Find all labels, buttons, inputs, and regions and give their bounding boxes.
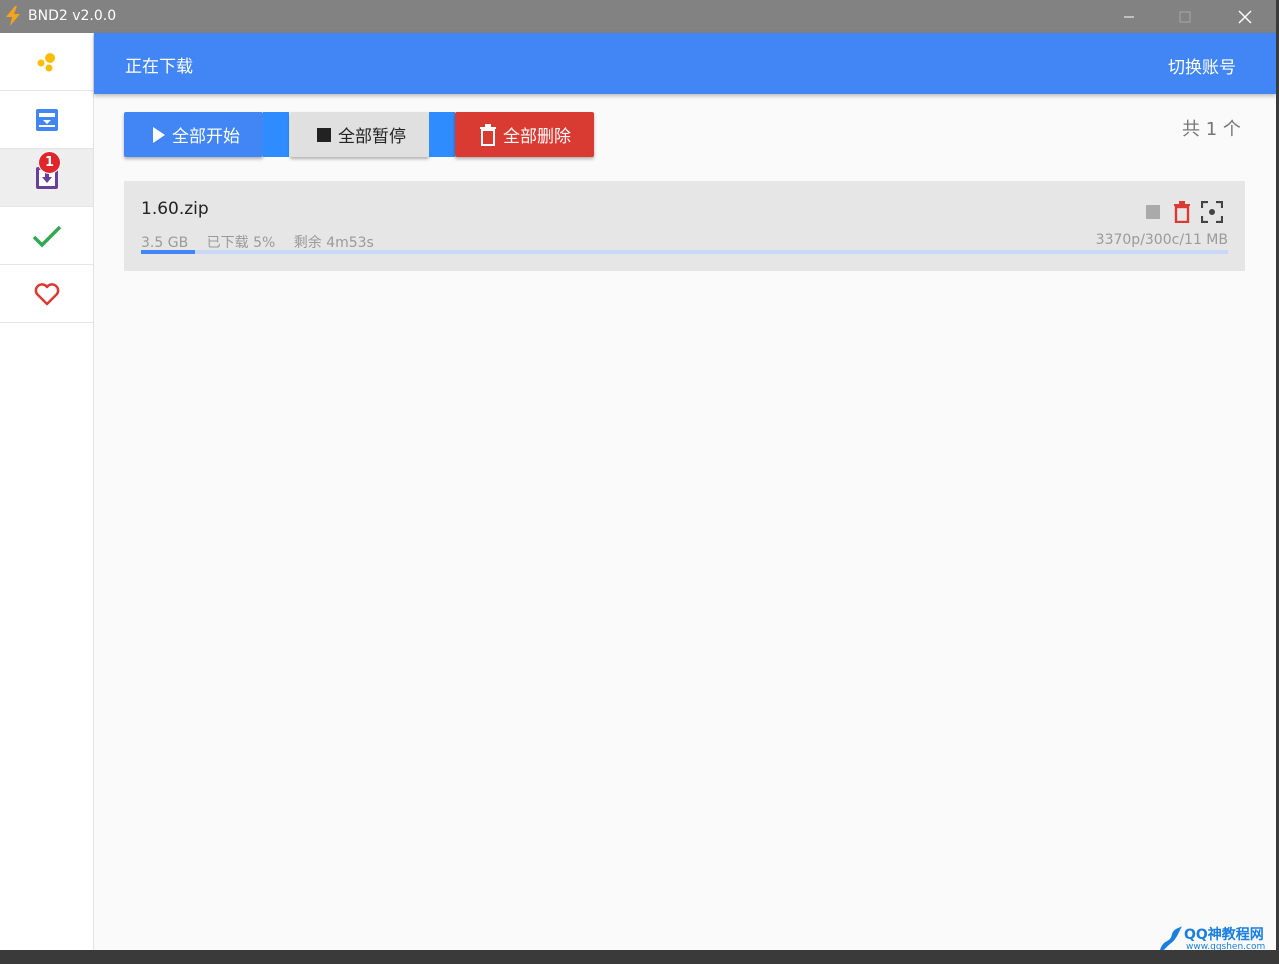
delete-all-button[interactable]: 全部删除 <box>455 112 594 157</box>
button-separator <box>429 112 455 157</box>
play-icon <box>153 126 165 143</box>
pause-all-button[interactable]: 全部暂停 <box>290 112 429 157</box>
download-item[interactable]: 1.60.zip 3.5 GB 已下载 5% 剩余 4m53s 3370p/30… <box>124 181 1245 271</box>
switch-account-link[interactable]: 切换账号 <box>1168 53 1236 78</box>
download-percent: 已下载 5% <box>206 235 276 251</box>
download-size: 3.5 GB <box>141 235 189 251</box>
checkmark-icon <box>32 225 61 247</box>
watermark-title: QQ神教程网 <box>1184 927 1264 943</box>
minimize-icon <box>1124 16 1134 17</box>
start-all-button[interactable]: 全部开始 <box>124 112 263 157</box>
app-window: BND2 v2.0.0 1 正在下载 切换账号 全部开始 全部暂停 全部删除 共… <box>0 0 1276 964</box>
trash-icon <box>480 123 496 146</box>
download-stats: 3370p/300c/11 MB <box>1095 232 1228 248</box>
inbox-tray-icon <box>35 108 58 131</box>
download-meta: 3.5 GB 已下载 5% 剩余 4m53s <box>141 232 388 252</box>
button-separator <box>263 112 289 157</box>
delete-download-button[interactable] <box>1171 200 1193 224</box>
trash-icon <box>1174 201 1190 223</box>
bubbles-icon <box>37 52 55 71</box>
stop-icon <box>317 127 331 142</box>
task-count: 共 1 个 <box>1182 119 1241 140</box>
delete-all-label: 全部删除 <box>503 127 571 147</box>
locate-download-button[interactable] <box>1201 200 1223 224</box>
maximize-button[interactable] <box>1162 0 1208 33</box>
stop-download-button[interactable] <box>1142 200 1164 224</box>
focus-icon <box>1201 201 1223 223</box>
sidebar-item-logo[interactable] <box>0 33 93 91</box>
sidebar-item-downloading[interactable]: 1 <box>0 149 93 207</box>
lightning-icon <box>6 6 20 26</box>
sidebar: 1 <box>0 33 94 964</box>
sidebar-item-favorites[interactable] <box>0 265 93 323</box>
page-title: 正在下载 <box>125 57 193 77</box>
stop-icon <box>1146 205 1160 219</box>
download-progress-bar <box>141 250 1228 254</box>
window-title: BND2 v2.0.0 <box>28 8 117 24</box>
start-all-label: 全部开始 <box>172 127 240 147</box>
taskbar-strip <box>0 950 1279 964</box>
close-icon <box>1238 10 1252 23</box>
title-bar[interactable]: BND2 v2.0.0 <box>0 0 1276 33</box>
maximize-icon <box>1179 11 1191 22</box>
download-filename: 1.60.zip <box>141 199 209 219</box>
download-remaining: 剩余 4m53s <box>293 235 374 251</box>
minimize-button[interactable] <box>1106 0 1152 33</box>
sidebar-item-completed[interactable] <box>0 207 93 265</box>
downloading-count-badge: 1 <box>38 151 61 174</box>
heart-icon <box>34 282 59 305</box>
sidebar-item-library[interactable] <box>0 91 93 149</box>
pause-all-label: 全部暂停 <box>338 127 406 147</box>
close-button[interactable] <box>1222 0 1268 33</box>
download-progress-fill <box>141 250 196 254</box>
app-header: 正在下载 切换账号 <box>94 33 1276 94</box>
